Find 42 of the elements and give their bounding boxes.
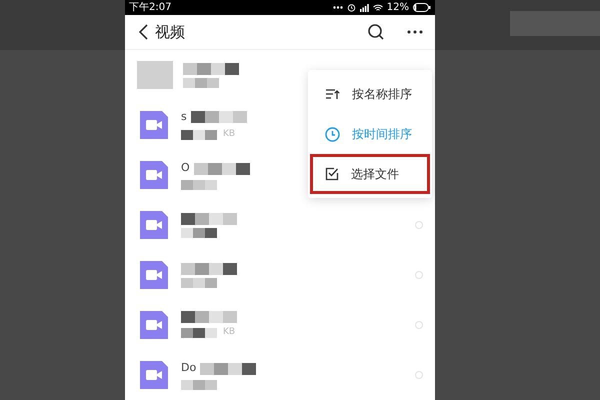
pixelated-text — [200, 362, 256, 374]
more-icon — [332, 6, 343, 9]
alarm-icon — [346, 3, 356, 12]
pixelated-text — [181, 262, 237, 274]
video-file-icon — [137, 108, 171, 142]
thumbnail-placeholder — [137, 61, 173, 89]
file-name: Do — [181, 360, 196, 376]
pixelated-text — [181, 310, 237, 323]
menu-item[interactable]: 选择文件 — [310, 154, 430, 194]
pixelated-text — [181, 212, 237, 224]
signal-icon — [360, 4, 369, 12]
pixelated-text — [181, 180, 217, 190]
checkbox-icon — [325, 167, 339, 181]
back-button[interactable] — [137, 22, 149, 42]
video-file-icon — [137, 358, 171, 392]
pixelated-text — [181, 130, 217, 140]
page-title: 视频 — [155, 22, 186, 43]
search-button[interactable] — [367, 23, 385, 41]
battery-icon — [413, 3, 431, 12]
pixelated-text — [190, 110, 247, 123]
pixelated-text — [183, 62, 239, 74]
file-name: O — [181, 160, 190, 176]
pixelated-text — [183, 78, 219, 88]
pixelated-text — [194, 162, 250, 174]
clock-icon — [325, 126, 340, 142]
pixelated-text — [181, 228, 217, 238]
wifi-icon — [372, 4, 383, 12]
status-time: 下午2:07 — [129, 1, 172, 15]
battery-percent: 12% — [386, 1, 409, 15]
video-file-icon — [137, 258, 171, 292]
file-size: KB — [223, 128, 236, 141]
pixelated-text — [181, 380, 217, 390]
video-file-icon — [137, 158, 171, 192]
pixelated-text — [181, 328, 217, 338]
pixelated-text — [181, 278, 217, 288]
file-size: KB — [223, 326, 236, 339]
video-file-icon — [137, 308, 171, 342]
video-file-icon — [137, 208, 171, 242]
menu-item[interactable]: 按名称排序 — [310, 74, 430, 114]
more-button[interactable] — [407, 29, 423, 35]
sort-icon — [325, 88, 340, 100]
file-name: s — [181, 108, 187, 124]
